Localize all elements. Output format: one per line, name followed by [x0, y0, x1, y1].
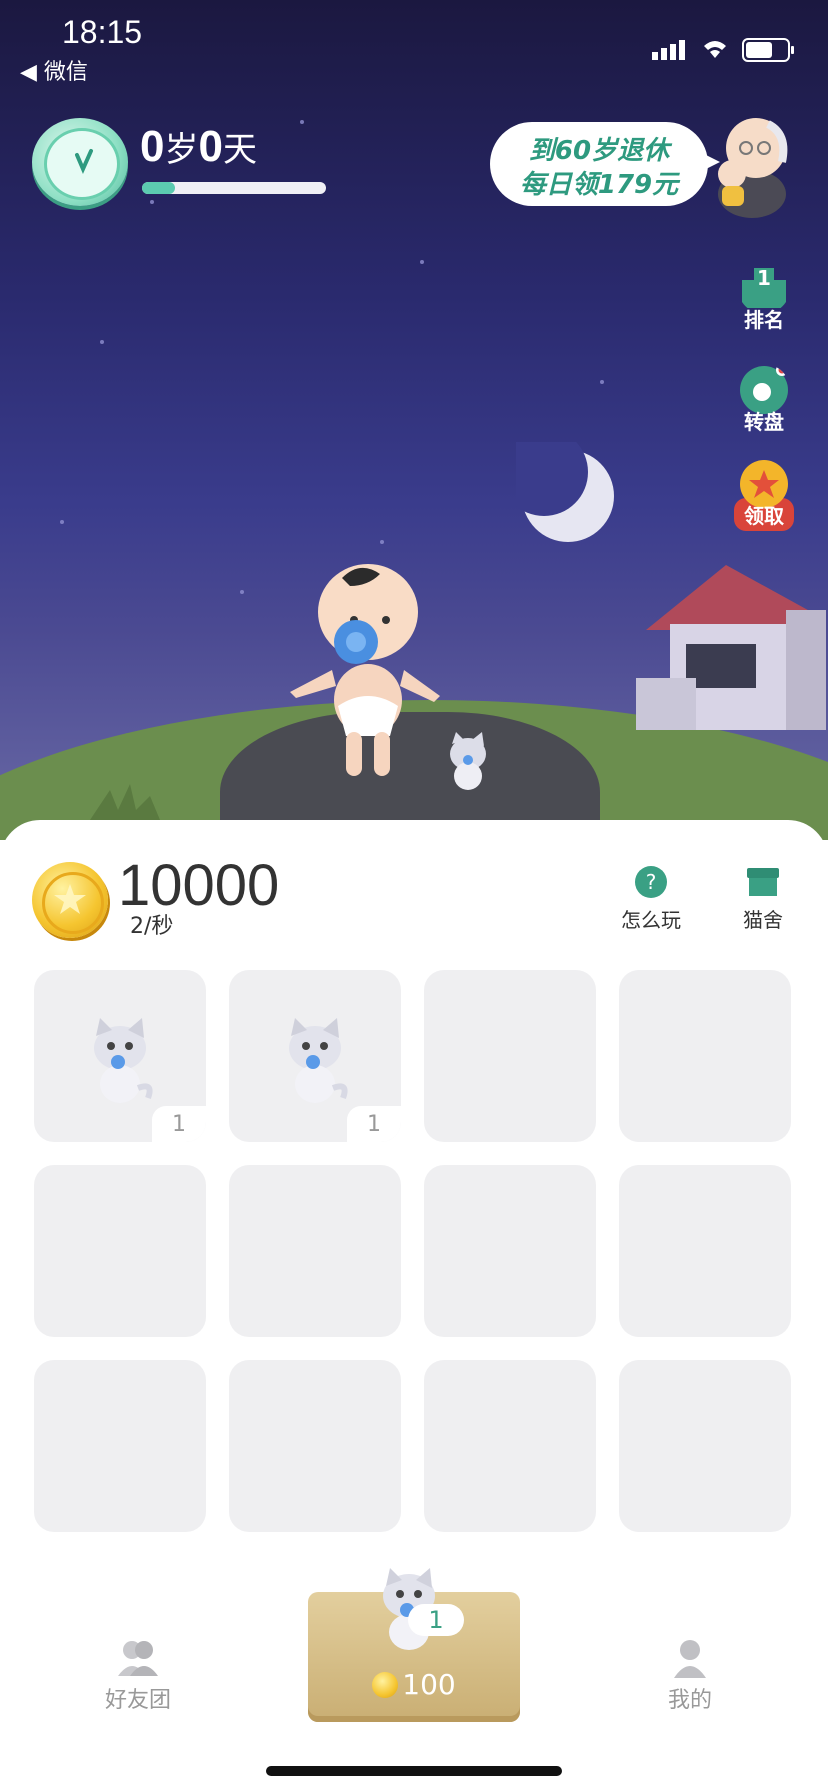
cat-icon[interactable] [82, 1018, 158, 1108]
game-scene [0, 0, 828, 840]
moon-icon [516, 442, 614, 542]
grid-slot[interactable] [619, 1165, 791, 1337]
ranking-button[interactable]: 1 排名 [728, 262, 800, 333]
mine-label: 我的 [667, 1688, 712, 1713]
retire-bubble[interactable]: 到60岁退休 每日领179元 [490, 122, 720, 206]
grass-tuft [90, 784, 160, 820]
wheel-button[interactable]: 转盘 [728, 364, 800, 435]
baby-character [290, 564, 440, 776]
wheel-label: 转盘 [744, 410, 784, 434]
cat-level: 1 [347, 1106, 401, 1142]
grid-slot[interactable] [229, 1360, 401, 1532]
cat-level: 1 [152, 1106, 206, 1142]
svg-text:?: ? [646, 870, 657, 894]
grid-slot[interactable]: 1 [34, 970, 206, 1142]
friends-tab[interactable]: 好友团 [78, 1638, 198, 1714]
battery-icon [742, 38, 794, 62]
grid-slot[interactable] [619, 970, 791, 1142]
cat-on-road [450, 732, 486, 790]
how-to-play-label: 怎么玩 [621, 908, 681, 932]
back-label: 微信 [43, 60, 88, 85]
grid-slot[interactable] [229, 1165, 401, 1337]
grandpa-avatar[interactable] [712, 108, 792, 218]
grid-slot[interactable] [424, 1165, 596, 1337]
clock-icon[interactable] [32, 118, 128, 206]
ranking-label: 排名 [744, 308, 784, 332]
cat-icon[interactable] [277, 1018, 353, 1108]
friends-icon [118, 1641, 158, 1676]
age-days: 0 [198, 122, 223, 171]
ranking-badge: 1 [757, 266, 771, 290]
question-icon: ? [635, 866, 667, 898]
retire-line1: 到60岁退休 [528, 136, 670, 166]
age-years-unit: 岁 [164, 131, 199, 169]
buy-cat-price: 100 [402, 1668, 456, 1701]
age-days-unit: 天 [222, 131, 257, 169]
cat-house-icon [747, 868, 779, 896]
coin-small-icon [372, 1672, 399, 1698]
claim-label: 领取 [734, 498, 794, 531]
age-progress-fill [142, 182, 176, 194]
grid-slot[interactable] [34, 1360, 206, 1532]
wifi-icon [704, 41, 726, 58]
signal-icon [652, 40, 685, 60]
coin-icon [32, 862, 108, 938]
claim-button[interactable]: 领取 [728, 458, 800, 531]
buy-cat-button[interactable]: 1 100 [308, 1568, 520, 1722]
profile-icon [674, 1640, 706, 1678]
status-bar: 18:15 ◀ 微信 [0, 0, 828, 90]
age-years: 0 [140, 122, 165, 171]
mine-tab[interactable]: 我的 [630, 1638, 750, 1714]
grid-slot[interactable] [34, 1165, 206, 1337]
how-to-play-button[interactable]: ? 怎么玩 [606, 864, 696, 933]
status-time: 18:15 [62, 14, 143, 50]
coin-rate: 2/秒 [130, 914, 174, 939]
grid-slot[interactable]: 1 [229, 970, 401, 1142]
house [636, 565, 826, 730]
grid-slot[interactable] [619, 1360, 791, 1532]
cat-house-label: 猫舍 [743, 908, 783, 932]
grid-slot[interactable] [424, 970, 596, 1142]
back-to-wechat[interactable]: ◀ 微信 [20, 54, 88, 86]
home-indicator [266, 1766, 562, 1776]
grid-slot[interactable] [424, 1360, 596, 1532]
friends-label: 好友团 [104, 1688, 171, 1713]
buy-cat-price-row: 100 [308, 1668, 520, 1701]
cat-house-button[interactable]: 猫舍 [718, 864, 808, 933]
buy-cat-level: 1 [408, 1604, 464, 1636]
age-display: 0岁0天 [140, 122, 257, 172]
retire-line2: 每日领179元 [519, 170, 679, 200]
age-progress-bar [142, 182, 326, 194]
